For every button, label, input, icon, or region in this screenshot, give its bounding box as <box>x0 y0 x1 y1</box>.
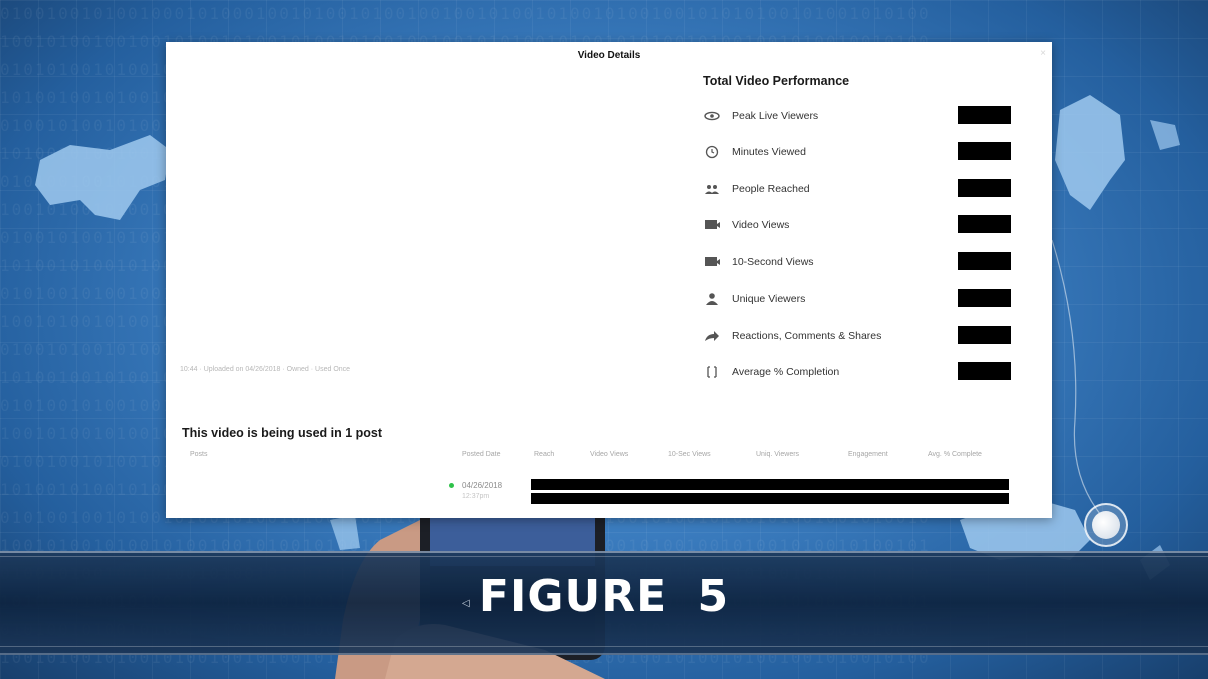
metric-label: Average % Completion <box>732 366 840 378</box>
column-header-posts[interactable]: Posts <box>190 451 208 458</box>
completion-icon <box>707 366 717 378</box>
metric-people-reached: People Reached <box>704 179 1014 199</box>
column-header-posted-date[interactable]: Posted Date <box>462 451 501 458</box>
column-header-video-views[interactable]: Video Views <box>590 451 628 458</box>
person-icon <box>706 293 718 305</box>
metric-value-redacted <box>958 106 1011 124</box>
metric-peak-live-viewers: Peak Live Viewers <box>704 106 1014 126</box>
metric-value-redacted <box>958 142 1011 160</box>
metric-10-second-views: 10-Second Views <box>704 252 1014 272</box>
metric-label: Peak Live Viewers <box>732 110 819 122</box>
metric-value-redacted <box>958 362 1011 380</box>
band-line <box>0 556 1208 557</box>
close-icon[interactable]: × <box>1040 48 1046 59</box>
metric-value-redacted <box>958 326 1011 344</box>
people-icon <box>705 185 719 194</box>
metric-label: People Reached <box>732 183 810 195</box>
metric-value-redacted <box>958 289 1011 307</box>
metric-average-completion: Average % Completion <box>704 362 1014 382</box>
metric-label: Reactions, Comments & Shares <box>732 330 882 342</box>
post-status-dot <box>449 483 454 488</box>
eye-icon <box>704 111 720 121</box>
metric-label: Video Views <box>732 219 790 231</box>
metric-label: Unique Viewers <box>732 293 806 305</box>
posts-heading: This video is being used in 1 post <box>182 426 383 440</box>
metric-value-redacted <box>958 215 1011 233</box>
share-arrow-icon <box>705 331 719 341</box>
metric-reactions-comments-shares: Reactions, Comments & Shares <box>704 326 1014 346</box>
column-header-unique-viewers[interactable]: Uniq. Viewers <box>756 451 799 458</box>
post-metrics-redacted <box>531 493 1009 504</box>
post-date: 04/26/2018 <box>462 481 503 490</box>
column-header-reach[interactable]: Reach <box>534 451 554 458</box>
column-header-engagement[interactable]: Engagement <box>848 451 888 458</box>
clock-icon <box>705 145 719 159</box>
figure-caption: FIGURE 5 <box>478 571 730 622</box>
metric-value-redacted <box>958 252 1011 270</box>
video-details-dialog: Video Details × 10:44 · Uploaded on 04/2… <box>166 42 1052 518</box>
post-time: 12:37pm <box>462 493 490 500</box>
dialog-title: Video Details <box>577 50 641 61</box>
post-metrics-redacted <box>531 479 1009 490</box>
video-icon <box>705 220 720 229</box>
metric-label: Minutes Viewed <box>732 146 806 158</box>
metric-video-views: Video Views <box>704 215 1014 235</box>
band-line <box>0 646 1208 647</box>
video-meta-info: 10:44 · Uploaded on 04/26/2018 · Owned ·… <box>180 366 351 373</box>
video-icon <box>705 257 720 266</box>
metric-label: 10-Second Views <box>732 256 814 268</box>
metric-value-redacted <box>958 179 1011 197</box>
metric-minutes-viewed: Minutes Viewed <box>704 142 1014 162</box>
column-header-10-sec-views[interactable]: 10-Sec Views <box>668 451 711 458</box>
location-pin-dot <box>1092 511 1120 539</box>
metric-unique-viewers: Unique Viewers <box>704 289 1014 309</box>
column-header-avg-complete[interactable]: Avg. % Complete <box>928 451 982 458</box>
performance-heading: Total Video Performance <box>703 74 850 88</box>
